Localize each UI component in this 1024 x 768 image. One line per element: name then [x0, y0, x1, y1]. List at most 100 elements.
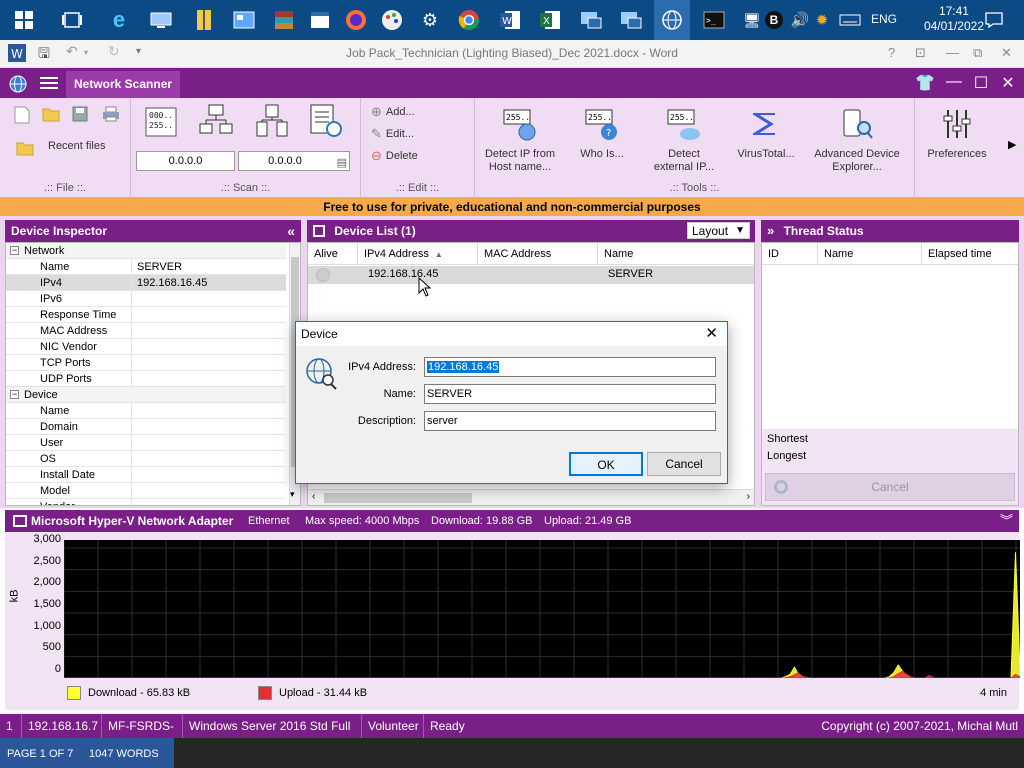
scan-devices-icon[interactable]: [255, 104, 289, 141]
cancel-button[interactable]: Cancel: [647, 452, 721, 476]
word-minimize-icon[interactable]: —: [946, 45, 959, 60]
command-prompt-icon[interactable]: >_: [700, 6, 728, 34]
collapse-left-icon[interactable]: «: [287, 220, 295, 242]
inspector-row[interactable]: IPv4 192.168.16.45: [6, 275, 286, 291]
inspector-row[interactable]: Model: [6, 483, 286, 499]
scan-network-icon[interactable]: [199, 104, 233, 141]
device-list-hscrollbar[interactable]: ‹ ›: [308, 489, 754, 505]
word-word-count[interactable]: 1047 WORDS: [89, 748, 159, 760]
clock[interactable]: 17:41 04/01/2022: [924, 4, 984, 34]
column-name[interactable]: Name: [598, 243, 754, 265]
app-close-icon[interactable]: ✕: [998, 73, 1018, 93]
windows-start-icon[interactable]: [10, 6, 38, 34]
inspector-row[interactable]: Domain: [6, 419, 286, 435]
ip-range-icon[interactable]: 000.. 255..: [145, 106, 179, 143]
column-id[interactable]: ID: [762, 243, 818, 265]
ribbon-scroll-right-icon[interactable]: ▶: [1008, 138, 1016, 151]
detect-ip-host-button[interactable]: 255.. Detect IP from Host name...: [479, 108, 561, 174]
inspector-row[interactable]: User: [6, 435, 286, 451]
recent-files-icon[interactable]: [16, 140, 34, 159]
inspector-row[interactable]: Response Time: [6, 307, 286, 323]
skin-shirt-icon[interactable]: 👕: [915, 73, 935, 93]
computer-icon[interactable]: [147, 6, 175, 34]
collapse-right-icon[interactable]: »: [767, 223, 774, 238]
name-input[interactable]: SERVER: [424, 384, 716, 404]
add-button[interactable]: ⊕ Add...: [371, 104, 415, 120]
paint-icon[interactable]: [378, 6, 406, 34]
column-alive[interactable]: Alive: [308, 243, 358, 265]
control-panel-icon[interactable]: [230, 6, 258, 34]
thread-cancel-button[interactable]: Cancel: [765, 473, 1015, 501]
scan-refresh-icon[interactable]: [309, 104, 343, 141]
layout-dropdown[interactable]: Layout ▼: [687, 222, 750, 239]
firefox-icon[interactable]: [342, 6, 370, 34]
word-restore-icon[interactable]: ⧉: [973, 45, 982, 61]
app-maximize-icon[interactable]: ☐: [971, 73, 991, 93]
inspector-group-network[interactable]: − Network: [6, 243, 286, 259]
print-icon[interactable]: [102, 106, 120, 125]
ip-end-field[interactable]: 0.0.0.0 ▤: [238, 151, 350, 171]
excel-icon[interactable]: X: [536, 6, 564, 34]
task-view-icon[interactable]: [58, 6, 86, 34]
inspector-group-device[interactable]: − Device: [6, 387, 286, 403]
scroll-left-icon[interactable]: ‹: [312, 491, 315, 502]
inspector-row[interactable]: Install Date: [6, 467, 286, 483]
dialog-close-icon[interactable]: ✕: [705, 322, 718, 346]
scroll-down-icon[interactable]: ▾: [290, 489, 295, 500]
collapse-minus-icon[interactable]: −: [10, 390, 19, 399]
description-input[interactable]: server: [424, 411, 716, 431]
who-is-button[interactable]: 255..? Who Is...: [567, 108, 637, 161]
inspector-row[interactable]: Name: [6, 403, 286, 419]
inspector-row[interactable]: OS: [6, 451, 286, 467]
window-app-icon[interactable]: [306, 6, 334, 34]
ip-start-field[interactable]: 0.0.0.0: [136, 151, 235, 171]
scroll-right-icon[interactable]: ›: [747, 491, 750, 502]
tray-badge-icon[interactable]: B: [760, 6, 788, 34]
detect-external-ip-button[interactable]: 255.. Detect external IP...: [643, 108, 725, 174]
app-globe-icon[interactable]: [8, 74, 28, 97]
internet-explorer-icon[interactable]: e: [105, 6, 133, 34]
remote-desktop-2-icon[interactable]: [617, 6, 645, 34]
table-row[interactable]: 192.168.16.45 SERVER: [308, 266, 754, 284]
app-menu-icon[interactable]: [40, 76, 58, 93]
column-mac[interactable]: MAC Address: [478, 243, 598, 265]
notifications-icon[interactable]: [980, 6, 1008, 34]
network-scanner-taskbar-icon[interactable]: [654, 0, 690, 40]
virustotal-button[interactable]: VirusTotal...: [731, 108, 801, 161]
input-language[interactable]: ENG: [871, 12, 897, 26]
new-file-icon[interactable]: [14, 106, 30, 127]
remote-desktop-icon[interactable]: [577, 6, 605, 34]
security-tray-icon[interactable]: ✹: [808, 6, 836, 34]
word-page-count[interactable]: PAGE 1 OF 7: [7, 748, 73, 760]
settings-gear-icon[interactable]: ⚙: [416, 6, 444, 34]
collapse-minus-icon[interactable]: −: [10, 246, 19, 255]
keyboard-icon[interactable]: [836, 6, 864, 34]
ok-button[interactable]: OK: [569, 452, 643, 476]
winrar-icon[interactable]: [270, 6, 298, 34]
preferences-button[interactable]: Preferences: [922, 108, 992, 161]
column-thread-name[interactable]: Name: [818, 243, 922, 265]
column-elapsed[interactable]: Elapsed time: [922, 243, 1018, 265]
app-minimize-icon[interactable]: —: [944, 73, 964, 91]
zip-folder-icon[interactable]: [190, 6, 218, 34]
inspector-row[interactable]: TCP Ports: [6, 355, 286, 371]
inspector-row[interactable]: Name SERVER: [6, 259, 286, 275]
word-close-icon[interactable]: ✕: [1001, 45, 1012, 61]
ribbon-display-icon[interactable]: ⊡: [915, 45, 926, 61]
inspector-row[interactable]: NIC Vendor: [6, 339, 286, 355]
word-icon[interactable]: W: [496, 6, 524, 34]
advanced-device-explorer-button[interactable]: Advanced Device Explorer...: [809, 108, 905, 174]
recent-files-button[interactable]: Recent files: [48, 140, 105, 152]
save-file-icon[interactable]: [72, 106, 88, 125]
ipv4-address-input[interactable]: 192.168.16.45: [424, 357, 716, 377]
open-folder-icon[interactable]: [42, 106, 60, 125]
inspector-row[interactable]: Vendor: [6, 499, 286, 505]
delete-button[interactable]: ⊖ Delete: [371, 148, 418, 164]
inspector-row[interactable]: IPv6: [6, 291, 286, 307]
hscroll-thumb[interactable]: [324, 493, 472, 503]
collapse-down-icon[interactable]: ︾: [1000, 510, 1013, 532]
app-tab-title[interactable]: Network Scanner: [66, 71, 181, 98]
inspector-row[interactable]: MAC Address: [6, 323, 286, 339]
chrome-icon[interactable]: [455, 6, 483, 34]
help-icon[interactable]: ?: [888, 45, 895, 60]
